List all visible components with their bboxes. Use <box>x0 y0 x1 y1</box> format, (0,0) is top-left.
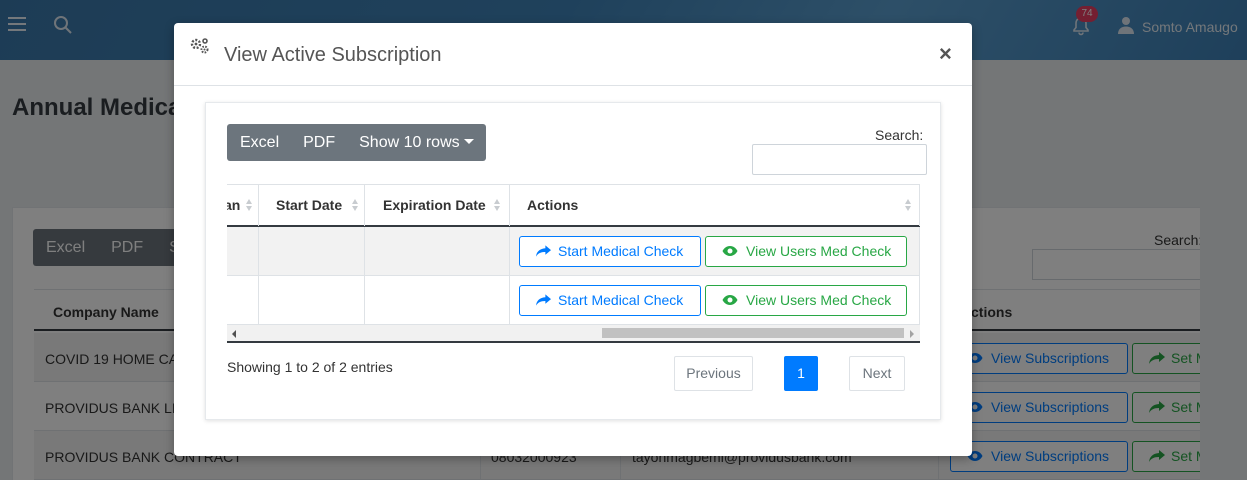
table-row: Start Medical Check View Users Med Check <box>227 227 920 276</box>
horizontal-scrollbar[interactable] <box>227 325 920 343</box>
view-users-med-check-button[interactable]: View Users Med Check <box>705 236 907 267</box>
share-icon <box>536 294 551 306</box>
view-users-med-check-button[interactable]: View Users Med Check <box>705 285 907 316</box>
previous-page-button[interactable]: Previous <box>674 356 753 391</box>
modal-title: View Active Subscription <box>224 44 442 66</box>
start-medical-check-button[interactable]: Start Medical Check <box>519 285 701 316</box>
subscription-table-card: Excel PDF Show 10 rows Search: an Start … <box>205 102 941 420</box>
col-start-date[interactable]: Start Date <box>276 185 342 226</box>
sort-icon <box>905 199 912 212</box>
col-expiration-date[interactable]: Expiration Date <box>383 185 486 226</box>
next-page-button[interactable]: Next <box>849 356 905 391</box>
table-row: Start Medical Check View Users Med Check <box>227 276 920 325</box>
caret-down-icon <box>463 139 474 144</box>
sort-icon <box>246 199 253 212</box>
export-button-group: Excel PDF Show 10 rows <box>227 124 486 161</box>
view-active-subscription-modal: View Active Subscription × Excel PDF Sho… <box>174 23 972 456</box>
search-label: Search: <box>875 127 924 143</box>
page-1-button[interactable]: 1 <box>784 356 818 391</box>
table-info: Showing 1 to 2 of 2 entries <box>227 359 393 375</box>
modal-header: View Active Subscription × <box>174 23 972 86</box>
col-actions[interactable]: Actions <box>527 185 578 226</box>
sort-icon <box>352 199 359 212</box>
pdf-button[interactable]: PDF <box>291 124 347 161</box>
sort-icon <box>494 199 501 212</box>
table-header: an Start Date Expiration Date Actions <box>227 184 920 227</box>
gears-icon <box>190 38 209 54</box>
share-icon <box>536 245 551 257</box>
scroll-left-arrow-icon[interactable] <box>232 330 236 338</box>
eye-icon <box>722 246 738 256</box>
close-button[interactable]: × <box>939 41 952 67</box>
subscription-table: an Start Date Expiration Date Actions St… <box>227 184 920 343</box>
col-plan[interactable]: an <box>227 185 240 226</box>
excel-button[interactable]: Excel <box>227 124 291 161</box>
eye-icon <box>722 295 738 305</box>
scroll-right-arrow-icon[interactable] <box>910 330 914 338</box>
search-input[interactable] <box>752 144 927 175</box>
start-medical-check-button[interactable]: Start Medical Check <box>519 236 701 267</box>
scrollbar-thumb[interactable] <box>602 328 904 338</box>
show-rows-dropdown[interactable]: Show 10 rows <box>347 124 486 161</box>
